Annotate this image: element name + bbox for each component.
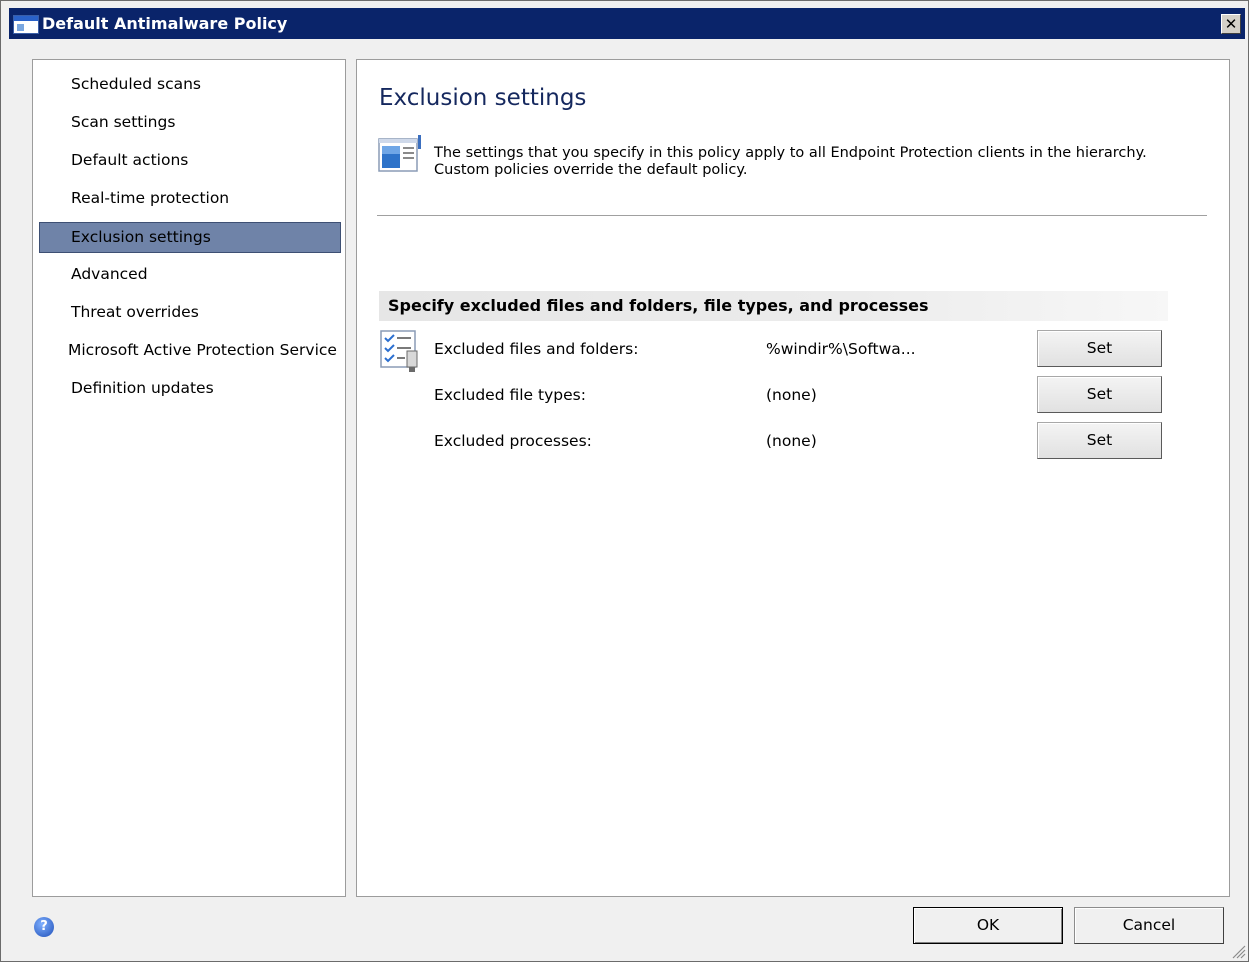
resize-grip-icon[interactable] <box>1230 943 1246 959</box>
nav-item-scan-settings[interactable]: Scan settings <box>39 108 341 139</box>
settings-content: Exclusion settings The settings that you… <box>356 59 1230 897</box>
cancel-button[interactable]: Cancel <box>1074 907 1224 944</box>
nav-item-default-actions[interactable]: Default actions <box>39 146 341 177</box>
policy-info-icon <box>378 135 421 172</box>
set-excluded-file-types-button[interactable]: Set <box>1037 376 1162 413</box>
excluded-files-label: Excluded files and folders: <box>434 340 639 358</box>
title-bar[interactable]: Default Antimalware Policy ✕ <box>9 8 1245 39</box>
policy-description-line-1: The settings that you specify in this po… <box>434 145 1147 161</box>
policy-description-line-2: Custom policies override the default pol… <box>434 162 748 178</box>
set-excluded-processes-button[interactable]: Set <box>1037 422 1162 459</box>
window-title: Default Antimalware Policy <box>42 14 288 33</box>
excluded-processes-value: (none) <box>766 432 817 450</box>
policy-dialog: Default Antimalware Policy ✕ Scheduled s… <box>0 0 1249 962</box>
exclusions-section-header: Specify excluded files and folders, file… <box>379 291 1168 321</box>
checklist-icon <box>380 330 418 372</box>
ok-button[interactable]: OK <box>913 907 1063 944</box>
nav-item-advanced[interactable]: Advanced <box>39 260 341 291</box>
excluded-file-types-label: Excluded file types: <box>434 386 586 404</box>
policy-description: The settings that you specify in this po… <box>434 145 1147 179</box>
nav-item-definition-updates[interactable]: Definition updates <box>39 374 341 405</box>
excluded-processes-label: Excluded processes: <box>434 432 592 450</box>
excluded-file-types-value: (none) <box>766 386 817 404</box>
close-button[interactable]: ✕ <box>1221 14 1241 34</box>
help-icon[interactable]: ? <box>34 917 54 937</box>
nav-item-real-time-protection[interactable]: Real-time protection <box>39 184 341 215</box>
nav-item-exclusion-settings[interactable]: Exclusion settings <box>39 222 341 253</box>
settings-nav: Scheduled scans Scan settings Default ac… <box>32 59 346 897</box>
set-excluded-files-button[interactable]: Set <box>1037 330 1162 367</box>
nav-item-threat-overrides[interactable]: Threat overrides <box>39 298 341 329</box>
section-divider <box>377 215 1207 217</box>
nav-item-maps[interactable]: Microsoft Active Protection Service <box>39 336 341 367</box>
page-title: Exclusion settings <box>379 85 587 111</box>
nav-item-scheduled-scans[interactable]: Scheduled scans <box>39 70 341 101</box>
excluded-files-value: %windir%\Softwa... <box>766 340 916 358</box>
app-window-icon <box>13 15 39 34</box>
